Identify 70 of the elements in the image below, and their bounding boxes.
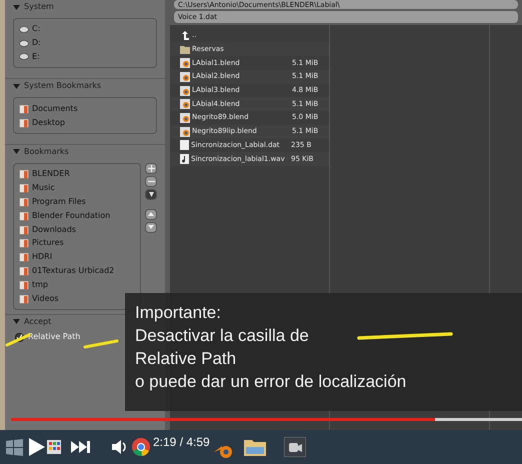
- folder-bookmark-icon: [19, 294, 29, 304]
- plus-icon: [148, 164, 154, 172]
- folder-bookmark-icon: [19, 280, 29, 290]
- move-up-button[interactable]: [145, 208, 157, 220]
- section-title[interactable]: Bookmarks: [24, 148, 69, 156]
- list-item[interactable]: Downloads: [19, 224, 76, 235]
- list-item[interactable]: Music: [19, 182, 55, 194]
- list-item[interactable]: C:: [19, 24, 40, 35]
- caption-line: Importante:: [135, 302, 221, 324]
- list-item[interactable]: D:: [19, 38, 41, 49]
- list-item[interactable]: E:: [19, 52, 40, 62]
- section-title[interactable]: System Bookmarks: [24, 82, 102, 90]
- up-arrow-icon[interactable]: [180, 30, 190, 41]
- windows-logo-icon[interactable]: [6, 438, 23, 456]
- folder-bookmark-icon: [19, 169, 29, 180]
- remove-button[interactable]: [145, 176, 157, 187]
- blender-icon[interactable]: [214, 443, 234, 459]
- collapse-triangle-icon[interactable]: [13, 148, 20, 156]
- check-icon: [16, 334, 23, 341]
- list-item[interactable]: Videos: [19, 293, 59, 304]
- move-down-button[interactable]: [145, 222, 157, 233]
- app-grid-icon[interactable]: [47, 440, 61, 454]
- folder-bookmark-icon: [19, 104, 29, 114]
- down-triangle-icon: [148, 225, 154, 230]
- camera-icon[interactable]: [284, 437, 306, 457]
- list-item[interactable]: Blender Foundation: [19, 210, 110, 222]
- folder-bookmark-icon: [19, 210, 29, 221]
- blend-file-icon: [180, 126, 190, 137]
- list-item[interactable]: Documents: [19, 103, 78, 114]
- list-item[interactable]: 01Texturas Urbicad2: [19, 266, 114, 276]
- folder-bookmark-icon: [19, 196, 29, 207]
- volume-icon[interactable]: [112, 439, 128, 455]
- add-button[interactable]: [145, 162, 157, 174]
- browser-icon[interactable]: [132, 438, 150, 456]
- folder-bookmark-icon: [19, 224, 29, 235]
- list-item[interactable]: HDRI: [19, 252, 52, 263]
- blend-file-icon: [180, 58, 190, 68]
- sound-file-icon: [180, 154, 189, 164]
- folder-icon[interactable]: [244, 438, 266, 456]
- folder-bookmark-icon: [19, 183, 29, 194]
- list-item[interactable]: Desktop: [19, 117, 65, 128]
- folder-bookmark-icon: [19, 252, 29, 262]
- folder-bookmark-icon: [19, 266, 29, 276]
- play-icon[interactable]: [29, 438, 45, 456]
- collapse-triangle-icon[interactable]: [13, 318, 20, 326]
- collapse-triangle-icon[interactable]: [13, 4, 20, 10]
- checkbox-label: Relative Path: [28, 333, 80, 342]
- up-triangle-icon: [148, 212, 154, 216]
- list-item[interactable]: tmp: [19, 279, 48, 290]
- down-arrow-icon: [148, 192, 154, 197]
- section-title[interactable]: Accept: [24, 318, 52, 326]
- blend-file-icon: [180, 86, 190, 96]
- blend-file-icon: [180, 72, 190, 82]
- menu-button[interactable]: [145, 188, 157, 200]
- collapse-triangle-icon[interactable]: [13, 82, 20, 90]
- document-icon: [180, 140, 189, 150]
- section-title[interactable]: System: [24, 3, 54, 11]
- next-icon[interactable]: [71, 441, 90, 453]
- time-display: 2:19 / 4:59: [153, 436, 210, 448]
- list-item[interactable]: Pictures: [19, 238, 64, 249]
- list-item[interactable]: Program Files: [19, 196, 86, 208]
- caption-line: Relative Path: [135, 348, 236, 370]
- highlight-stroke: [83, 339, 119, 349]
- folder-bookmark-icon: [19, 238, 29, 248]
- caption-line: o puede dar un error de localización: [135, 371, 406, 393]
- list-item[interactable]: BLENDER: [19, 168, 70, 180]
- caption-line: Desactivar la casilla de: [135, 325, 309, 347]
- folder-bookmark-icon: [19, 118, 29, 128]
- blend-file-icon: [180, 99, 190, 110]
- blend-file-icon: [180, 112, 190, 123]
